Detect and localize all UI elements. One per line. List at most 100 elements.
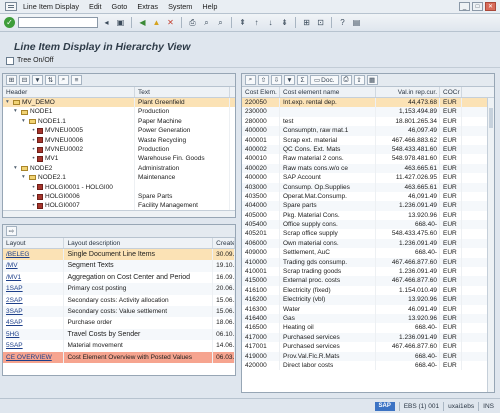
- grid-header-col[interactable]: Cost Elem.: [242, 87, 280, 97]
- layout-row[interactable]: 5HG Travel Costs by Sender 06.10.: [3, 328, 235, 341]
- tree-node[interactable]: ▾ NODE1.1 Paper Machine: [3, 116, 235, 127]
- next-page-icon[interactable]: ↓: [265, 17, 276, 28]
- layout-row[interactable]: 1SAP Primary cost posting 20.06.: [3, 283, 235, 295]
- last-page-icon[interactable]: ⇟: [279, 17, 290, 28]
- tree-node[interactable]: • MVNEU0005 Power Generation: [3, 126, 235, 136]
- maximize-icon[interactable]: □: [472, 2, 483, 11]
- expand-arrow-icon[interactable]: ▾: [14, 107, 21, 116]
- sort-descending-icon[interactable]: ⇩: [271, 75, 282, 85]
- layout-header-col[interactable]: Layout: [3, 238, 65, 248]
- layout-name[interactable]: 1SAP: [3, 283, 65, 295]
- layout-name[interactable]: /BELEG: [3, 249, 65, 261]
- table-row[interactable]: 417000 Purchased services 1.236.091.49 EUR: [242, 332, 494, 343]
- layout-name[interactable]: CE OVERVIEW: [3, 351, 65, 363]
- table-row[interactable]: 400000 SAP Account 11.427.026.95 EUR: [242, 173, 494, 183]
- table-row[interactable]: 406000 Own material cons. 1.236.091.49 EUR: [242, 238, 494, 249]
- layout-row[interactable]: /BELEG Single Document Line Items 30.09.: [3, 249, 235, 261]
- tree-toggle-icon[interactable]: [6, 56, 14, 65]
- expand-arrow-icon[interactable]: ▾: [22, 173, 29, 182]
- layout-header-col[interactable]: Create: [213, 238, 235, 248]
- filter-icon[interactable]: ▼: [32, 75, 43, 85]
- table-row[interactable]: 417001 Purchased services 467.466.877.60 EU…: [242, 342, 494, 352]
- layout-name[interactable]: 3SAP: [3, 305, 65, 318]
- layout-name[interactable]: /MV: [3, 260, 65, 272]
- print-icon[interactable]: ⎙: [187, 17, 198, 28]
- layout-name[interactable]: 2SAP: [3, 294, 65, 306]
- enter-icon[interactable]: ✓: [4, 17, 15, 28]
- details-icon[interactable]: ⌕: [245, 75, 256, 85]
- tree-node[interactable]: • HOLGI0001 - HOLGI00: [3, 182, 235, 192]
- choose-layout-icon[interactable]: ⇨: [6, 226, 17, 236]
- expand-arrow-icon[interactable]: ▾: [14, 164, 21, 173]
- customize-icon[interactable]: ▤: [351, 17, 362, 28]
- tree-node[interactable]: • MVNEU0006 Waste Recycling: [3, 135, 235, 145]
- previous-page-icon[interactable]: ↑: [251, 17, 262, 28]
- layout-row[interactable]: CE OVERVIEW Cost Element Overview with Po…: [3, 351, 235, 363]
- table-row[interactable]: 416300 Water 46.091.49 EUR: [242, 304, 494, 314]
- exit-icon[interactable]: ▲: [151, 17, 162, 28]
- tree-node[interactable]: • HOLGI0006 Spare Parts: [3, 191, 235, 202]
- sort-ascending-icon[interactable]: ⇧: [258, 75, 269, 85]
- layout-name[interactable]: 5SAP: [3, 340, 65, 352]
- table-row[interactable]: 409000 Settlement, AuC 668.40- EUR: [242, 248, 494, 258]
- grid-header-col[interactable]: Val.in rep.cur.: [376, 87, 440, 97]
- layout-name[interactable]: 4SAP: [3, 317, 65, 329]
- menu-goto[interactable]: Goto: [112, 2, 128, 11]
- table-row[interactable]: 415000 External proc. costs 467.466.877.60…: [242, 276, 494, 286]
- tree-header-col[interactable]: Header: [3, 87, 135, 97]
- table-row[interactable]: 405000 Pkg. Material Cons. 13.920.96 EUR: [242, 210, 494, 221]
- table-row[interactable]: 403000 Consump. Op.Supplies 463.665.61 EUR: [242, 182, 494, 192]
- table-row[interactable]: 220050 Int.exp. rental dep. 44,473.68 EUR: [242, 98, 494, 108]
- details-icon[interactable]: ≡: [71, 75, 82, 85]
- sort-icon[interactable]: ⇅: [45, 75, 56, 85]
- status-system[interactable]: EBS (1) 001: [404, 403, 439, 410]
- close-icon[interactable]: ✕: [485, 2, 496, 11]
- expand-icon[interactable]: ⊞: [6, 75, 17, 85]
- table-row[interactable]: 416100 Electricity (fixed) 1.154.010.49 EUR: [242, 285, 494, 296]
- table-row[interactable]: 420000 Direct labor costs 668.40- EUR: [242, 360, 494, 371]
- tree-header-col[interactable]: Text: [135, 87, 230, 97]
- table-row[interactable]: 400010 Raw material 2 cons. 548.978.481.60…: [242, 154, 494, 164]
- tree-node[interactable]: ▾ MV_DEMO Plant Greenfield: [3, 98, 235, 108]
- shortcut-icon[interactable]: ⊡: [315, 17, 326, 28]
- table-row[interactable]: 416400 Gas 13.920.96 EUR: [242, 313, 494, 324]
- collapse-icon[interactable]: ⊟: [19, 75, 30, 85]
- menu-edit[interactable]: Edit: [89, 2, 102, 11]
- save-icon[interactable]: ▣: [115, 17, 126, 28]
- menu-system[interactable]: System: [168, 2, 192, 11]
- menu-help[interactable]: Help: [202, 2, 217, 11]
- command-field[interactable]: [18, 17, 98, 28]
- search-icon[interactable]: ⌕: [58, 75, 69, 85]
- layout-name[interactable]: /MV1: [3, 271, 65, 284]
- export-icon[interactable]: ⇪: [353, 75, 365, 85]
- find-icon[interactable]: ⌕: [201, 17, 212, 28]
- table-row[interactable]: 405400 Office supply cons. 668.40- EUR: [242, 220, 494, 230]
- expand-arrow-icon[interactable]: ▾: [6, 98, 13, 107]
- grid-vertical-scrollbar[interactable]: [487, 98, 494, 392]
- menu-line-item-display[interactable]: Line Item Display: [23, 2, 79, 11]
- table-row[interactable]: 400020 Raw mats cons.w/o ce 463.665.61 EUR: [242, 163, 494, 174]
- tree-horizontal-scrollbar[interactable]: [3, 210, 235, 217]
- table-row[interactable]: 400002 QC Cons. Ext. Mats 548.433.481.60 EU…: [242, 144, 494, 155]
- new-session-icon[interactable]: ⊞: [301, 17, 312, 28]
- tree-toggle-button[interactable]: Tree On/Off: [17, 57, 54, 64]
- table-row[interactable]: 230000 1,153.494.89 EUR: [242, 107, 494, 117]
- tree-node[interactable]: ▾ NODE2.1 Maintenance: [3, 173, 235, 183]
- layout-row[interactable]: 5SAP Material movement 14.06.: [3, 340, 235, 352]
- layout-row[interactable]: 2SAP Secondary costs: Activity allocation…: [3, 294, 235, 306]
- cancel-icon[interactable]: ✕: [165, 17, 176, 28]
- table-row[interactable]: 416200 Electricity (vbl) 13.920.96 EUR: [242, 295, 494, 305]
- first-page-icon[interactable]: ⇞: [237, 17, 248, 28]
- find-next-icon[interactable]: ⌕: [215, 17, 226, 28]
- grid-header-col[interactable]: COCr: [440, 87, 462, 97]
- menu-extras[interactable]: Extras: [137, 2, 158, 11]
- tree-node[interactable]: • MV1 Warehouse Fin. Goods: [3, 154, 235, 164]
- minimize-icon[interactable]: _: [459, 2, 470, 11]
- print-icon[interactable]: ⎙: [340, 75, 352, 85]
- tree-node[interactable]: ▾ NODE1 Production: [3, 107, 235, 117]
- table-row[interactable]: 410001 Scrap trading goods 1.236.091.49 EUR: [242, 267, 494, 277]
- expand-arrow-icon[interactable]: ▾: [22, 117, 29, 126]
- layout-row[interactable]: /MV1 Aggregation on Cost Center and Perio…: [3, 271, 235, 284]
- layout-header-col[interactable]: Layout description: [64, 238, 214, 248]
- table-row[interactable]: 403500 Operat.Mat.Consump. 46,091.49 EUR: [242, 191, 494, 202]
